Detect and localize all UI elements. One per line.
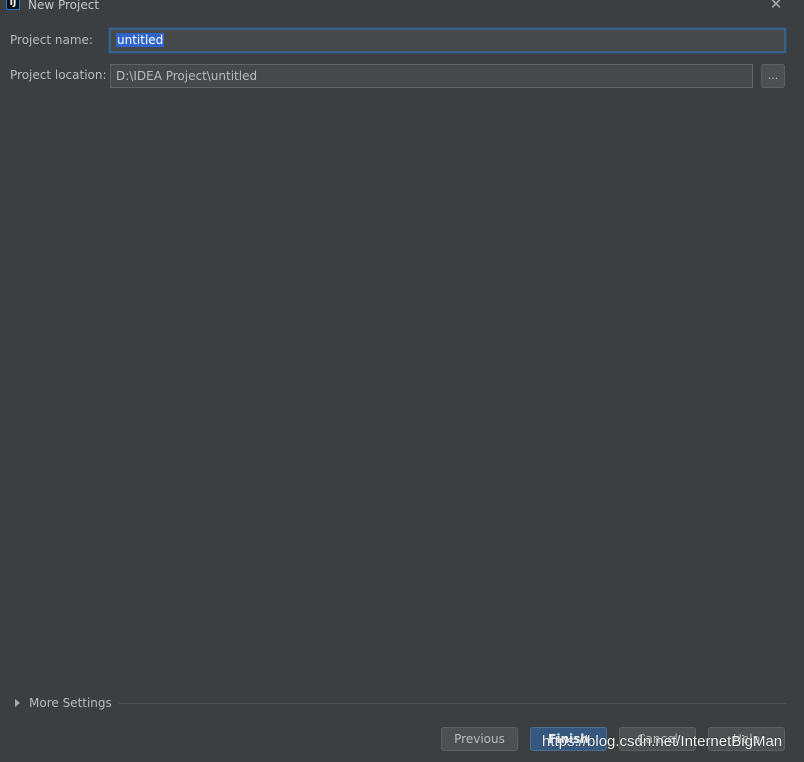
title-bar: IJ New Project ✕ <box>0 0 804 13</box>
project-name-value: untitled <box>116 33 165 47</box>
close-icon[interactable]: ✕ <box>767 0 785 13</box>
watermark: https://blog.csdn.net/InternetBigMan <box>542 733 783 750</box>
project-name-label: Project name: <box>10 33 93 47</box>
window-title: New Project <box>28 0 100 12</box>
project-name-input[interactable]: untitled <box>109 28 786 53</box>
previous-button[interactable]: Previous <box>441 727 518 751</box>
more-settings-label: More Settings <box>29 696 112 710</box>
project-location-input[interactable]: D:\IDEA Project\untitled <box>110 64 753 88</box>
project-location-label: Project location: <box>10 68 107 82</box>
intellij-idea-icon: IJ <box>6 0 20 10</box>
browse-button[interactable]: ... <box>761 64 785 88</box>
divider <box>119 703 787 704</box>
project-location-value: D:\IDEA Project\untitled <box>116 69 258 83</box>
triangle-right-icon <box>15 698 20 707</box>
more-settings-toggle[interactable]: More Settings <box>15 695 112 711</box>
